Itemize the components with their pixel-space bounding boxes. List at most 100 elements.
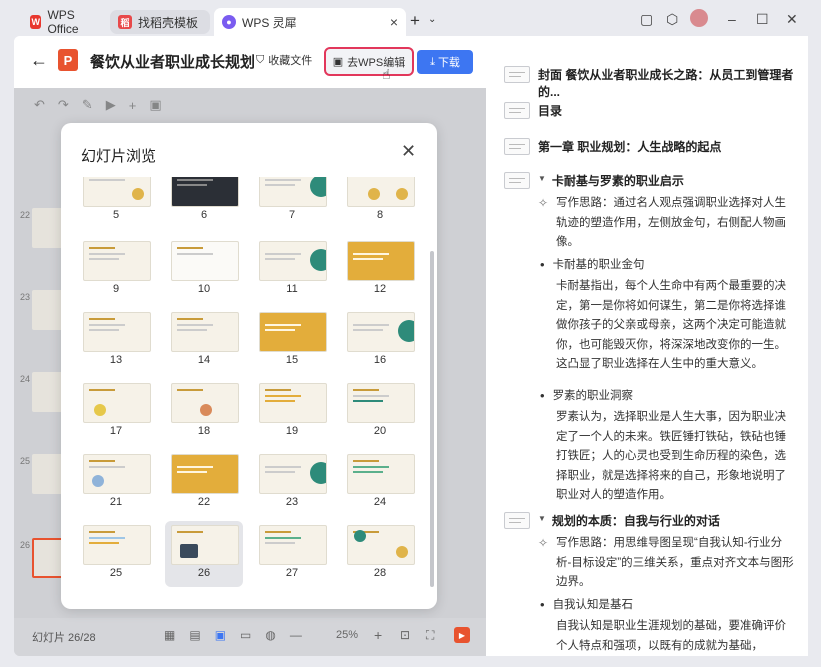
zoom-out-icon[interactable]: —: [290, 628, 302, 642]
outline-item-chapter1[interactable]: 第一章 职业规划：人生战略的起点: [504, 138, 721, 155]
normal-view-icon[interactable]: ▤: [189, 628, 200, 642]
fit-icon[interactable]: ⊡: [400, 628, 410, 642]
docer-icon: 稻: [118, 15, 132, 29]
ppt-file-icon: P: [58, 49, 78, 71]
edit-icon: ▣: [332, 56, 344, 68]
slide-number: 23: [285, 496, 299, 508]
slide-cell[interactable]: 10: [165, 237, 243, 303]
slide-number: 24: [373, 496, 387, 508]
slide-cell[interactable]: 23: [253, 450, 331, 516]
idea-icon: ✧: [538, 536, 549, 550]
add-icon[interactable]: +: [129, 98, 137, 113]
slide-cell[interactable]: 28: [341, 521, 419, 587]
slide-cell[interactable]: 12: [341, 237, 419, 303]
slide-number: 18: [197, 425, 211, 437]
collapse-caret-icon[interactable]: ▼: [538, 514, 546, 523]
undo-icon[interactable]: ↶: [34, 97, 45, 113]
slide-cell[interactable]: 9: [77, 237, 155, 303]
status-bar: 幻灯片 26/28 ▦ ▤ ▣ ▭ ◍ — 25% + ⊡ ⛶ ▶: [14, 618, 486, 656]
slide-cell[interactable]: 17: [77, 379, 155, 445]
reading-view-icon[interactable]: ▭: [240, 628, 251, 642]
slide-counter: 幻灯片 26/28: [32, 632, 96, 644]
maximize-icon[interactable]: ☐: [756, 11, 769, 28]
zoom-level: 25%: [336, 629, 359, 641]
download-icon: ⤓: [430, 55, 435, 68]
slide-number: 19: [285, 425, 299, 437]
thumb-number: 26: [20, 540, 31, 550]
title-bar: W WPS Office 稻 找稻壳模板 ● WPS 灵犀 × + ⌄ ▢ ⬡ …: [0, 0, 821, 40]
favorite-button[interactable]: ⛉ 收藏文件: [256, 52, 312, 68]
slide-cell[interactable]: 22: [165, 450, 243, 516]
collapse-caret-icon[interactable]: ▼: [538, 174, 546, 183]
slide-cell[interactable]: 18: [165, 379, 243, 445]
slide-number: 21: [109, 496, 123, 508]
avatar[interactable]: [690, 9, 708, 27]
play-slideshow-icon[interactable]: ▶: [454, 627, 470, 643]
section2-note: 写作思路：用思维导图呈现“自我认知-行业分析-目标设定”的三维关系，重点对齐文本…: [556, 537, 794, 588]
slide-cell[interactable]: 5: [77, 177, 155, 229]
slide-grid: 5 6 7 8 9 10 11 12 13 14 15 16 17 18 19 …: [61, 177, 437, 595]
document-header: ← P 餐饮从业者职业成长规划 ⛉ 收藏文件 ▣ 去WPS编辑 ☝ ⤓ 下载: [14, 36, 486, 88]
slide-cell[interactable]: 21: [77, 450, 155, 516]
outline-section2-title: 规划的本质：自我与行业的对话: [551, 514, 720, 528]
slide-cell[interactable]: 19: [253, 379, 331, 445]
outline-item-section2[interactable]: ▼ 规划的本质：自我与行业的对话: [504, 512, 720, 529]
bullet-item: • 罗素的职业洞察: [540, 387, 634, 403]
slide-cell[interactable]: 25: [77, 521, 155, 587]
close-icon[interactable]: ×: [390, 14, 398, 30]
play-icon[interactable]: ▶: [106, 97, 116, 113]
close-icon[interactable]: ✕: [401, 141, 416, 162]
outline-item-section1[interactable]: ▼ 卡耐基与罗素的职业启示: [504, 172, 684, 189]
slide-cell[interactable]: 16: [341, 308, 419, 374]
slide-cell[interactable]: 7: [253, 177, 331, 229]
tab-wps-office[interactable]: W WPS Office: [22, 8, 106, 36]
pointer-cursor-icon: ☝: [382, 66, 391, 82]
tab-label: WPS Office: [47, 8, 79, 36]
slide-cell[interactable]: 15: [253, 308, 331, 374]
window-close-icon[interactable]: ✕: [786, 11, 798, 28]
tab-lingxi[interactable]: ● WPS 灵犀 ×: [214, 8, 406, 36]
outline-item-toc[interactable]: 目录: [504, 102, 562, 119]
slide-number: 12: [373, 283, 387, 295]
slide-number: 26: [197, 567, 211, 579]
back-arrow-icon[interactable]: ←: [30, 50, 48, 71]
edit-in-wps-button[interactable]: ▣ 去WPS编辑: [324, 47, 414, 76]
cube-icon[interactable]: ⬡: [666, 11, 678, 28]
slide-cell-selected[interactable]: 26: [165, 521, 243, 587]
slide-cell[interactable]: 11: [253, 237, 331, 303]
slide-cell[interactable]: 8: [341, 177, 419, 229]
slide-cell[interactable]: 6: [165, 177, 243, 229]
slide-cell[interactable]: 13: [77, 308, 155, 374]
redo-icon[interactable]: ↷: [58, 97, 69, 113]
slide-cell[interactable]: 14: [165, 308, 243, 374]
format-painter-icon[interactable]: ✎: [82, 97, 93, 113]
chevron-down-icon[interactable]: ⌄: [428, 14, 436, 25]
globe-icon[interactable]: ◍: [265, 628, 275, 642]
thumb-number: 25: [20, 456, 31, 466]
slide-number: 22: [197, 496, 211, 508]
slide-cell[interactable]: 27: [253, 521, 331, 587]
tab-label: WPS 灵犀: [242, 15, 297, 30]
slide-cell[interactable]: 24: [341, 450, 419, 516]
slide-number: 10: [197, 283, 211, 295]
bullet3-text: 自我认知是职业生涯规划的基础，要准确评价个人特点和强项，以既有的成就为基础，: [556, 620, 786, 652]
slide-cell[interactable]: 20: [341, 379, 419, 445]
slide-view-icon[interactable]: ▣: [215, 628, 226, 642]
slide-number: 13: [109, 354, 123, 366]
window-icon[interactable]: ▢: [640, 11, 653, 28]
bullet1-title: 卡耐基的职业金句: [552, 259, 645, 271]
slide-number: 17: [109, 425, 123, 437]
favorite-label: 收藏文件: [268, 55, 313, 67]
minimize-icon[interactable]: –: [728, 11, 736, 27]
download-button[interactable]: ⤓ 下载: [417, 50, 473, 74]
grid-view-icon[interactable]: ▦: [164, 628, 175, 642]
bullet2-text: 罗素认为，选择职业是人生大事，因为职业决定了一个人的未来。铁匠锤打铁砧，铁砧也锤…: [556, 411, 786, 501]
dialog-scrollbar[interactable]: [430, 251, 434, 587]
tab-docer[interactable]: 稻 找稻壳模板: [110, 10, 210, 34]
zoom-in-icon[interactable]: +: [374, 627, 382, 643]
slide-browser-dialog: 幻灯片浏览 ✕ 5 6 7 8 9 10 11 12 13 14 15 16 1…: [61, 123, 437, 609]
new-tab-icon[interactable]: +: [410, 11, 420, 31]
layout-icon[interactable]: ▣: [149, 97, 161, 113]
fullscreen-icon[interactable]: ⛶: [426, 628, 434, 643]
outline-item-cover[interactable]: 封面 餐饮从业者职业成长之路：从员工到管理者的...: [504, 66, 808, 100]
